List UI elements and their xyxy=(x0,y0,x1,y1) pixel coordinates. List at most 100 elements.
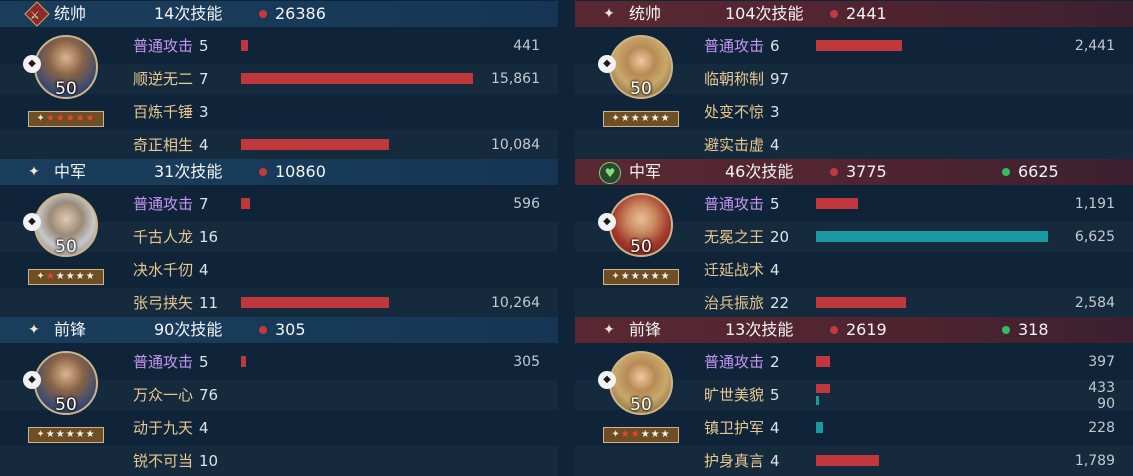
skill-name: 避实击虚 4 xyxy=(704,135,780,155)
skill-row[interactable]: 护身真言 4 1,789 xyxy=(575,446,1133,476)
rank-icon: ✦ xyxy=(36,113,46,124)
star-icon: ★ xyxy=(45,271,56,282)
damage-total: 305 xyxy=(275,320,306,339)
troop-type-icon: ◆ xyxy=(598,213,616,231)
star-icon: ★ xyxy=(660,271,671,282)
skill-label: 镇卫护军 xyxy=(704,419,765,437)
heal-total: 6625 xyxy=(1018,162,1059,181)
damage-bar xyxy=(241,139,389,150)
star-icon: ★ xyxy=(55,271,66,282)
general-avatar[interactable]: ◆ 50 ✦★★★★★ xyxy=(598,35,679,129)
general-panel-left-1: ✦ 中军 31次技能 10860 普通攻击 7 596 千古人龙 16 决水千仞 4 张弓挟矢 11 10… xyxy=(0,159,558,315)
skill-name: 张弓挟矢 11 xyxy=(133,293,218,313)
skill-name: 无冕之王 20 xyxy=(704,227,789,247)
skill-name: 奇正相生 4 xyxy=(133,135,209,155)
skill-uses: 3 xyxy=(770,103,780,121)
damage-bar xyxy=(241,356,246,367)
heal-bar xyxy=(816,396,819,405)
skill-uses: 5 xyxy=(199,37,209,55)
skill-count: 13次技能 xyxy=(725,320,794,339)
heal-total: 318 xyxy=(1018,320,1049,339)
skill-count: 46次技能 xyxy=(725,162,794,181)
general-panel-left-2: ✦ 前锋 90次技能 305 普通攻击 5 305 万众一心 76 动于九天 4 锐不可当 10 ◆ 50 ✦… xyxy=(0,317,558,473)
level-label: 50 xyxy=(55,79,77,99)
level-label: 50 xyxy=(55,395,77,415)
skill-uses: 4 xyxy=(770,452,780,470)
general-avatar[interactable]: ◆ 50 ✦★★★★★ xyxy=(23,193,104,287)
rank-icon: ✦ xyxy=(36,429,46,440)
skill-count: 31次技能 xyxy=(154,162,223,181)
skill-name: 镇卫护军 4 xyxy=(704,418,780,438)
damage-bar xyxy=(816,384,830,393)
skill-value-secondary: 90 xyxy=(1097,396,1115,412)
skill-uses: 4 xyxy=(199,261,209,279)
general-header: ✦ 前锋 13次技能 2619 318 xyxy=(575,317,1133,343)
damage-total: 10860 xyxy=(275,162,326,181)
skill-name: 顺逆无二 7 xyxy=(133,69,209,89)
skill-name: 临朝称制 97 xyxy=(704,69,789,89)
skill-value: 228 xyxy=(1088,420,1115,436)
skill-value: 596 xyxy=(513,196,540,212)
rank-icon: ✦ xyxy=(611,429,621,440)
general-avatar[interactable]: ◆ 50 ✦★★★★★ xyxy=(23,35,104,129)
skill-label: 锐不可当 xyxy=(133,452,194,470)
damage-dot xyxy=(830,326,838,334)
troop-type-icon: ◆ xyxy=(598,55,616,73)
skill-name: 万众一心 76 xyxy=(133,385,218,405)
damage-bar xyxy=(816,231,1048,242)
troop-type-icon: ◆ xyxy=(23,213,41,231)
general-avatar[interactable]: ◆ 50 ✦★★★★★ xyxy=(23,351,104,445)
general-avatar[interactable]: ◆ 50 ✦★★★★★ xyxy=(598,193,679,287)
star-rating: ✦★★★★★ xyxy=(603,427,679,443)
star-icon: ★ xyxy=(620,113,631,124)
star-rating: ✦★★★★★ xyxy=(28,269,104,285)
skill-value: 6,625 xyxy=(1074,229,1115,245)
general-avatar[interactable]: ◆ 50 ✦★★★★★ xyxy=(598,351,679,445)
skill-name: 动于九天 4 xyxy=(133,418,209,438)
skill-row[interactable]: 锐不可当 10 xyxy=(0,446,558,476)
star-icon: ★ xyxy=(620,429,631,440)
damage-bar xyxy=(816,455,879,466)
skill-row[interactable]: 奇正相生 4 10,084 xyxy=(0,130,558,160)
skill-name: 旷世美貌 5 xyxy=(704,385,780,405)
star-rating: ✦★★★★★ xyxy=(603,269,679,285)
skill-uses: 7 xyxy=(199,195,209,213)
skill-row[interactable]: 张弓挟矢 11 10,264 xyxy=(0,288,558,318)
skill-name: 锐不可当 10 xyxy=(133,451,218,471)
skill-label: 顺逆无二 xyxy=(133,70,194,88)
level-label: 50 xyxy=(630,395,652,415)
star-icon: ★ xyxy=(85,429,96,440)
skill-row[interactable]: 避实击虚 4 xyxy=(575,130,1133,160)
star-icon: ★ xyxy=(620,271,631,282)
troop-type-icon: ◆ xyxy=(23,371,41,389)
sparkle-icon: ✦ xyxy=(603,322,615,338)
star-icon: ★ xyxy=(45,429,56,440)
rank-icon: ✦ xyxy=(611,271,621,282)
sparkle-icon: ✦ xyxy=(28,164,40,180)
general-panel-left-0: ⚔ 统帅 14次技能 26386 普通攻击 5 441 顺逆无二 7 15,861 百炼千锤 3 奇正相… xyxy=(0,1,558,157)
skill-uses: 4 xyxy=(199,136,209,154)
skill-value: 433 xyxy=(1088,380,1115,396)
general-header: ✦ 前锋 90次技能 305 xyxy=(0,317,558,343)
general-panel-right-1: ♥ 中军 46次技能 3775 6625 普通攻击 5 1,191 无冕之王 20 6,625 迁延战… xyxy=(575,159,1133,315)
damage-bar xyxy=(816,297,906,308)
skill-value: 2,441 xyxy=(1074,38,1115,54)
skill-row[interactable]: 治兵振旅 22 2,584 xyxy=(575,288,1133,318)
skill-label: 旷世美貌 xyxy=(704,386,765,404)
skill-label: 张弓挟矢 xyxy=(133,294,194,312)
role-label: 中军 xyxy=(54,162,87,181)
skill-name: 普通攻击 5 xyxy=(133,36,209,56)
star-icon: ★ xyxy=(640,429,651,440)
star-icon: ★ xyxy=(75,113,86,124)
star-icon: ★ xyxy=(660,113,671,124)
skill-name: 普通攻击 5 xyxy=(704,194,780,214)
skill-uses: 5 xyxy=(199,353,209,371)
damage-bar xyxy=(816,422,823,433)
skill-count: 14次技能 xyxy=(154,4,223,23)
skill-value: 1,789 xyxy=(1074,453,1115,469)
skill-label: 处变不惊 xyxy=(704,103,765,121)
star-icon: ★ xyxy=(45,113,56,124)
level-label: 50 xyxy=(630,237,652,257)
damage-dot xyxy=(259,168,267,176)
damage-dot xyxy=(259,10,267,18)
